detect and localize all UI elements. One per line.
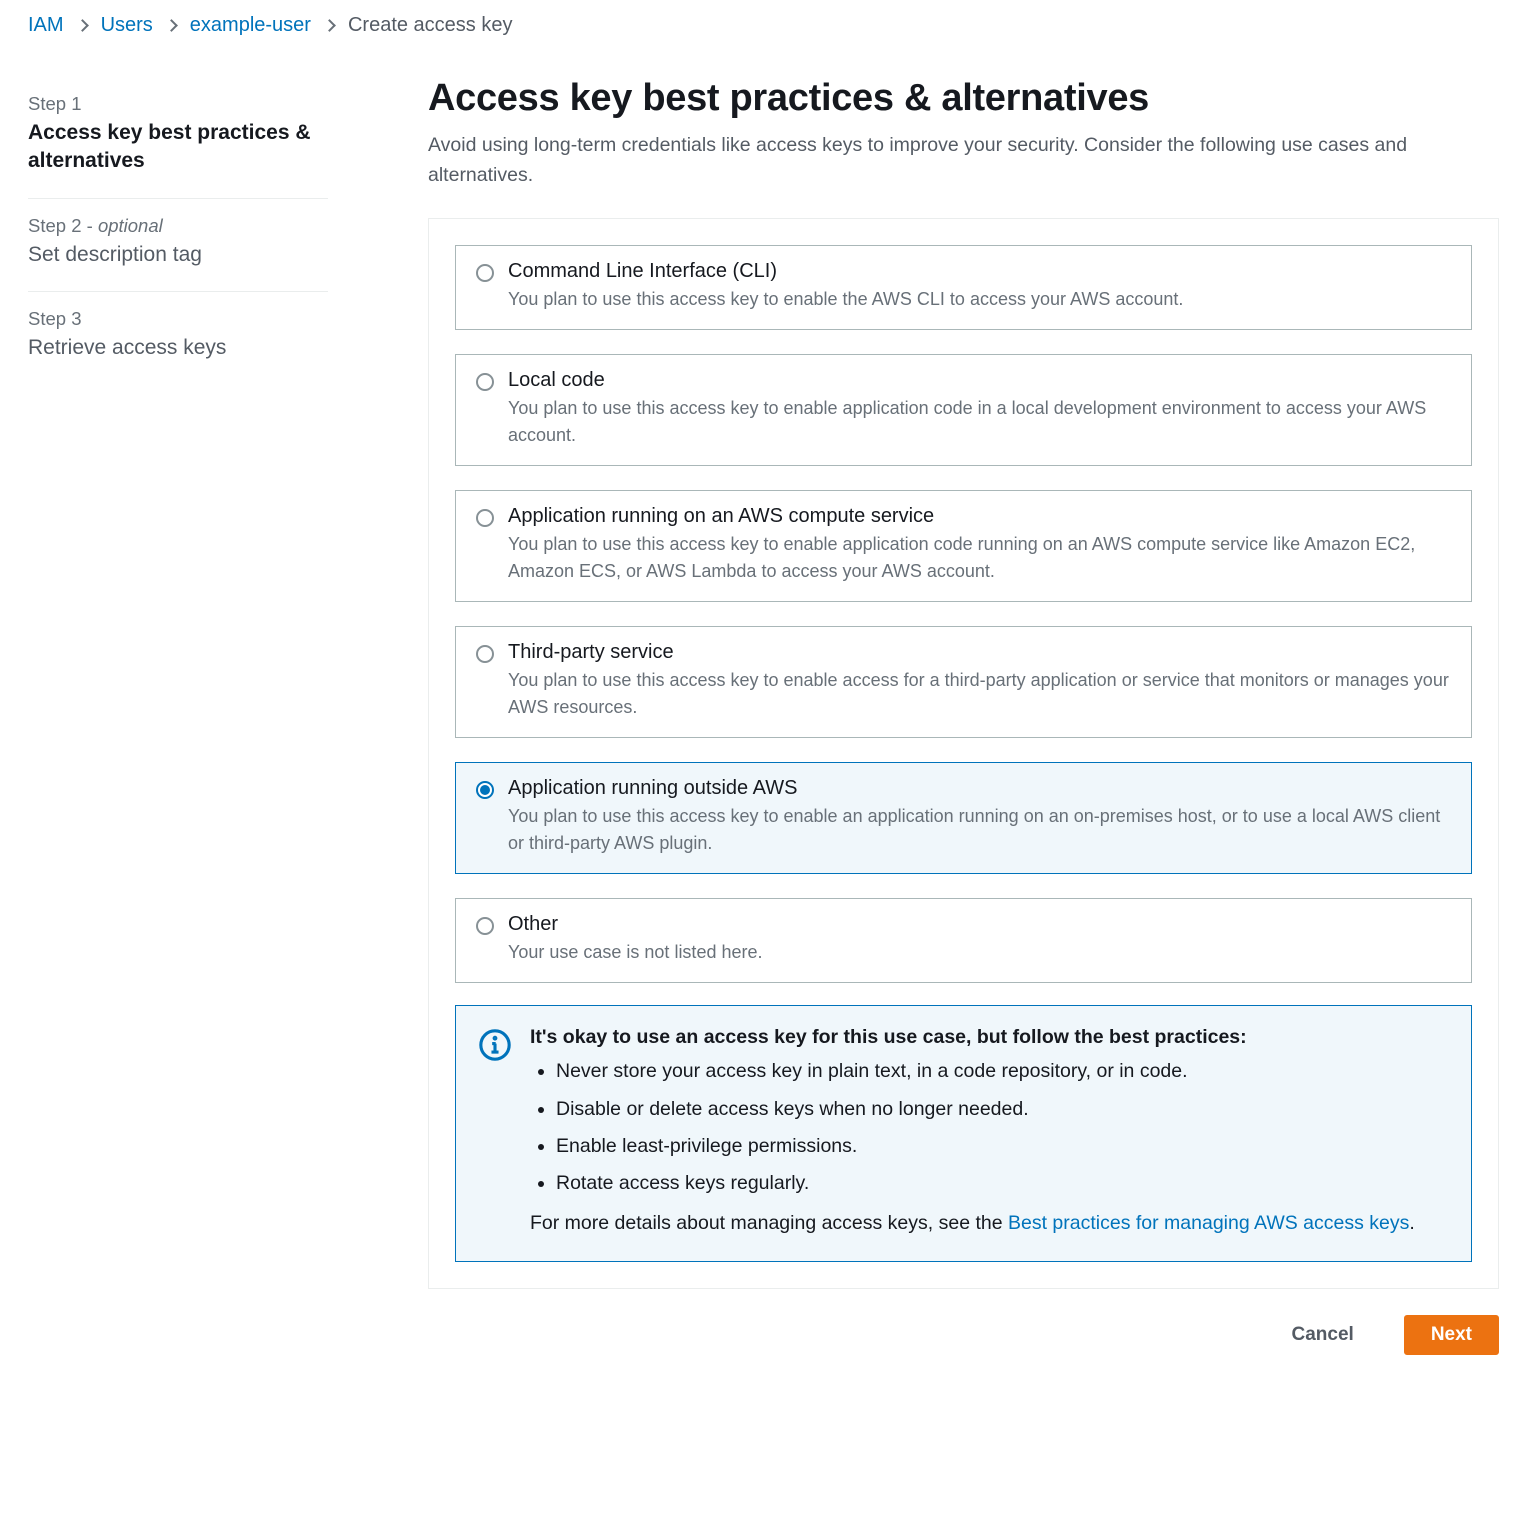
radio-icon[interactable]	[476, 917, 494, 935]
page-title: Access key best practices & alternatives	[428, 77, 1499, 120]
option-title: Command Line Interface (CLI)	[508, 260, 1451, 283]
step-title: Access key best practices & alternatives	[28, 119, 328, 176]
use-case-option[interactable]: Application running outside AWS You plan …	[455, 762, 1472, 874]
breadcrumb-current: Create access key	[348, 14, 513, 37]
radio-icon[interactable]	[476, 645, 494, 663]
option-title: Other	[508, 913, 1451, 936]
next-button[interactable]: Next	[1404, 1315, 1499, 1355]
use-case-option[interactable]: Other Your use case is not listed here.	[455, 898, 1472, 983]
wizard-step-3[interactable]: Step 3 Retrieve access keys	[28, 292, 328, 384]
wizard-step-2[interactable]: Step 2 - optional Set description tag	[28, 199, 328, 292]
info-title: It's okay to use an access key for this …	[530, 1026, 1449, 1049]
chevron-right-icon	[167, 21, 176, 30]
info-bullet: Disable or delete access keys when no lo…	[556, 1095, 1449, 1124]
wizard-steps: Step 1 Access key best practices & alter…	[28, 77, 328, 384]
step-title: Set description tag	[28, 241, 328, 269]
step-title: Retrieve access keys	[28, 334, 328, 362]
best-practices-link[interactable]: Best practices for managing AWS access k…	[1008, 1212, 1409, 1234]
breadcrumb-users[interactable]: Users	[101, 14, 153, 37]
chevron-right-icon	[78, 21, 87, 30]
option-desc: You plan to use this access key to enabl…	[508, 803, 1451, 857]
info-bullet: Rotate access keys regularly.	[556, 1169, 1449, 1198]
wizard-actions: Cancel Next	[428, 1315, 1499, 1355]
option-title: Third-party service	[508, 641, 1451, 664]
breadcrumb: IAM Users example-user Create access key	[28, 14, 1499, 37]
option-desc: You plan to use this access key to enabl…	[508, 286, 1451, 313]
option-title: Local code	[508, 369, 1451, 392]
step-label: Step 3	[28, 308, 328, 330]
option-desc: You plan to use this access key to enabl…	[508, 395, 1451, 449]
step-label: Step 2 - optional	[28, 215, 328, 237]
info-bullets: Never store your access key in plain tex…	[530, 1057, 1449, 1198]
info-icon	[478, 1028, 512, 1068]
breadcrumb-iam[interactable]: IAM	[28, 14, 64, 37]
use-case-option[interactable]: Third-party service You plan to use this …	[455, 626, 1472, 738]
radio-icon[interactable]	[476, 509, 494, 527]
main-content: Access key best practices & alternatives…	[428, 77, 1499, 1355]
info-bullet: Enable least-privilege permissions.	[556, 1132, 1449, 1161]
option-desc: You plan to use this access key to enabl…	[508, 667, 1451, 721]
option-desc: Your use case is not listed here.	[508, 939, 1451, 966]
breadcrumb-user[interactable]: example-user	[190, 14, 311, 37]
option-title: Application running on an AWS compute se…	[508, 505, 1451, 528]
page-subtitle: Avoid using long-term credentials like a…	[428, 130, 1499, 190]
wizard-step-1[interactable]: Step 1 Access key best practices & alter…	[28, 77, 328, 199]
info-footer: For more details about managing access k…	[530, 1208, 1449, 1238]
use-case-option[interactable]: Command Line Interface (CLI) You plan to …	[455, 245, 1472, 330]
step-label: Step 1	[28, 93, 328, 115]
radio-icon[interactable]	[476, 264, 494, 282]
use-case-panel: Command Line Interface (CLI) You plan to …	[428, 218, 1499, 1288]
info-bullet: Never store your access key in plain tex…	[556, 1057, 1449, 1086]
cancel-button[interactable]: Cancel	[1266, 1316, 1380, 1354]
radio-icon[interactable]	[476, 373, 494, 391]
option-desc: You plan to use this access key to enabl…	[508, 531, 1451, 585]
use-case-option[interactable]: Local code You plan to use this access ke…	[455, 354, 1472, 466]
radio-icon[interactable]	[476, 781, 494, 799]
option-title: Application running outside AWS	[508, 777, 1451, 800]
use-case-option[interactable]: Application running on an AWS compute se…	[455, 490, 1472, 602]
info-box: It's okay to use an access key for this …	[455, 1005, 1472, 1261]
chevron-right-icon	[325, 21, 334, 30]
